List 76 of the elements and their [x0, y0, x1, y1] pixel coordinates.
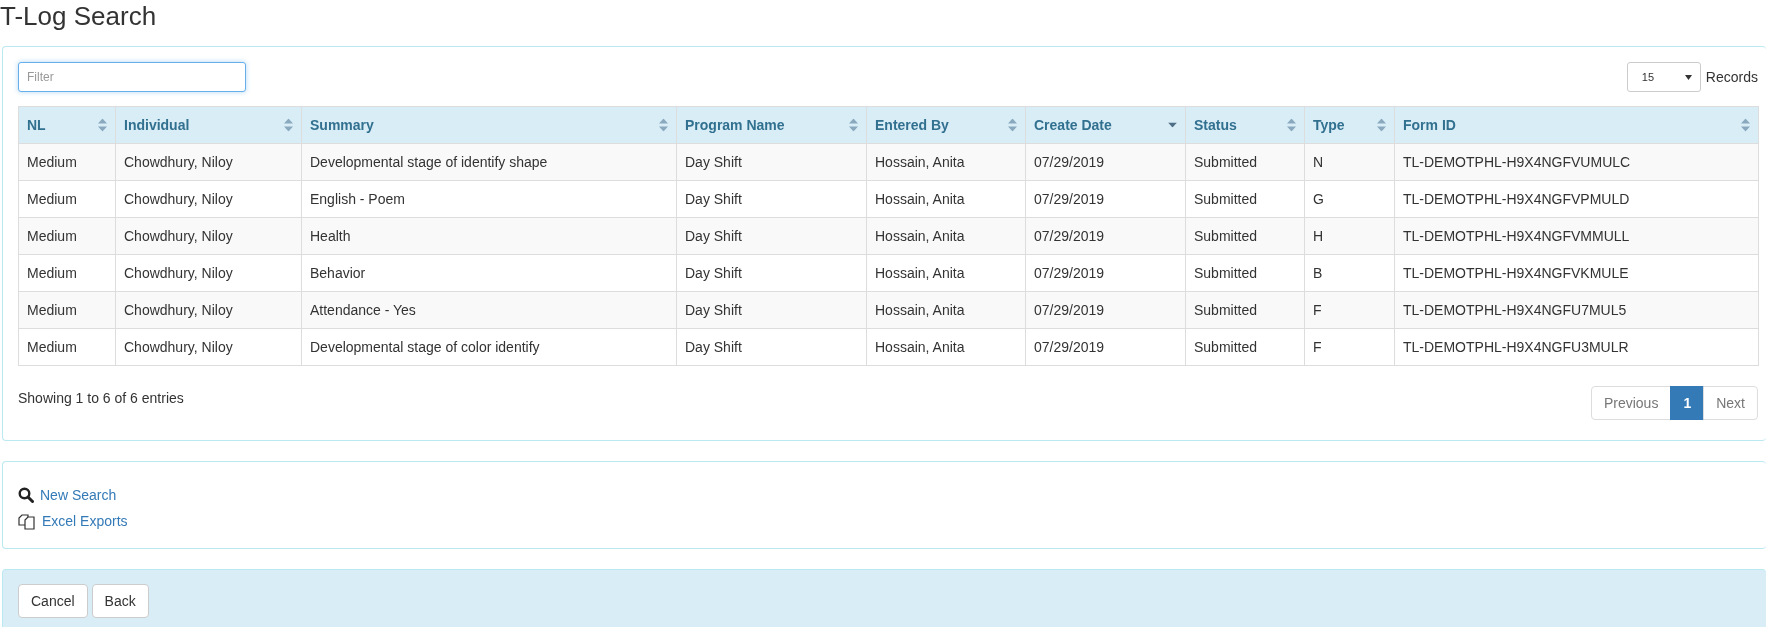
table-cell: Submitted: [1185, 328, 1305, 366]
column-header[interactable]: Create Date: [1025, 106, 1186, 144]
table-cell: Attendance - Yes: [301, 291, 677, 329]
table-cell: English - Poem: [301, 180, 677, 218]
table-cell: 07/29/2019: [1025, 180, 1186, 218]
table-cell: Day Shift: [676, 143, 867, 181]
search-icon: [18, 487, 34, 503]
table-cell: Chowdhury, Niloy: [115, 291, 302, 329]
table-cell: Medium: [18, 217, 116, 255]
table-cell: Day Shift: [676, 217, 867, 255]
column-header[interactable]: Type: [1304, 106, 1395, 144]
dropdown-caret-icon: [1684, 74, 1692, 80]
table-cell: Hossain, Anita: [866, 180, 1026, 218]
column-header[interactable]: Entered By: [866, 106, 1026, 144]
table-cell: Developmental stage of identify shape: [301, 143, 677, 181]
table-cell: TL-DEMOTPHL-H9X4NGFU3MULR: [1394, 328, 1759, 366]
column-header[interactable]: Individual: [115, 106, 302, 144]
export-link[interactable]: Excel Exports: [42, 513, 128, 529]
table-cell: Behavior: [301, 254, 677, 292]
table-cell: 07/29/2019: [1025, 217, 1186, 255]
column-header[interactable]: Status: [1185, 106, 1305, 144]
column-header[interactable]: NL: [18, 106, 116, 144]
column-header[interactable]: Form ID: [1394, 106, 1759, 144]
table-cell: Day Shift: [676, 291, 867, 329]
column-header[interactable]: Program Name: [676, 106, 867, 144]
entries-info: Showing 1 to 6 of 6 entries: [18, 390, 184, 406]
table-cell: Medium: [18, 254, 116, 292]
table-cell: 07/29/2019: [1025, 291, 1186, 329]
copy-icon: [18, 512, 36, 530]
table-cell: Chowdhury, Niloy: [115, 143, 302, 181]
table-cell: Hossain, Anita: [866, 291, 1026, 329]
table-cell: 07/29/2019: [1025, 328, 1186, 366]
table-cell: Submitted: [1185, 143, 1305, 181]
table-cell: Submitted: [1185, 180, 1305, 218]
page-title: T-Log Search: [0, 0, 158, 33]
filter-field[interactable]: Filter: [18, 62, 246, 92]
table-cell: Day Shift: [676, 180, 867, 218]
table-cell: Hossain, Anita: [866, 143, 1026, 181]
footer-button[interactable]: Back: [91, 584, 149, 618]
table-cell: Chowdhury, Niloy: [115, 254, 302, 292]
table-cell: Health: [301, 217, 677, 255]
table-cell: Day Shift: [676, 254, 867, 292]
table-cell: Submitted: [1185, 291, 1305, 329]
table-cell: Chowdhury, Niloy: [115, 180, 302, 218]
table-cell: Chowdhury, Niloy: [115, 328, 302, 366]
table-cell: Chowdhury, Niloy: [115, 217, 302, 255]
table-cell: Day Shift: [676, 328, 867, 366]
table-cell: TL-DEMOTPHL-H9X4NGFVPMULD: [1394, 180, 1759, 218]
table-cell: TL-DEMOTPHL-H9X4NGFU7MUL5: [1394, 291, 1759, 329]
table-cell: Medium: [18, 180, 116, 218]
table-cell: Hossain, Anita: [866, 217, 1026, 255]
table-cell: G: [1304, 180, 1395, 218]
table-cell: Medium: [18, 328, 116, 366]
table-cell: Developmental stage of color identify: [301, 328, 677, 366]
footer-button[interactable]: Cancel: [18, 584, 88, 618]
table-cell: Hossain, Anita: [866, 328, 1026, 366]
table-cell: Submitted: [1185, 217, 1305, 255]
table-cell: Submitted: [1185, 254, 1305, 292]
table-cell: 07/29/2019: [1025, 143, 1186, 181]
table-cell: Medium: [18, 143, 116, 181]
table-cell: F: [1304, 328, 1395, 366]
table-cell: B: [1304, 254, 1395, 292]
table-cell: TL-DEMOTPHL-H9X4NGFVUMULC: [1394, 143, 1759, 181]
new-search-link[interactable]: New Search: [40, 487, 117, 503]
table-cell: TL-DEMOTPHL-H9X4NGFVKMULE: [1394, 254, 1759, 292]
table-cell: TL-DEMOTPHL-H9X4NGFVMMULL: [1394, 217, 1759, 255]
table-cell: Medium: [18, 291, 116, 329]
page-button[interactable]: 1: [1670, 386, 1705, 420]
table-cell: N: [1304, 143, 1395, 181]
table-cell: F: [1304, 291, 1395, 329]
column-header[interactable]: Summary: [301, 106, 677, 144]
table-cell: 07/29/2019: [1025, 254, 1186, 292]
page-size-select[interactable]: 15: [1626, 62, 1701, 92]
table-cell: Hossain, Anita: [866, 254, 1026, 292]
records-label: Records: [1705, 69, 1758, 85]
table-cell: H: [1304, 217, 1395, 255]
